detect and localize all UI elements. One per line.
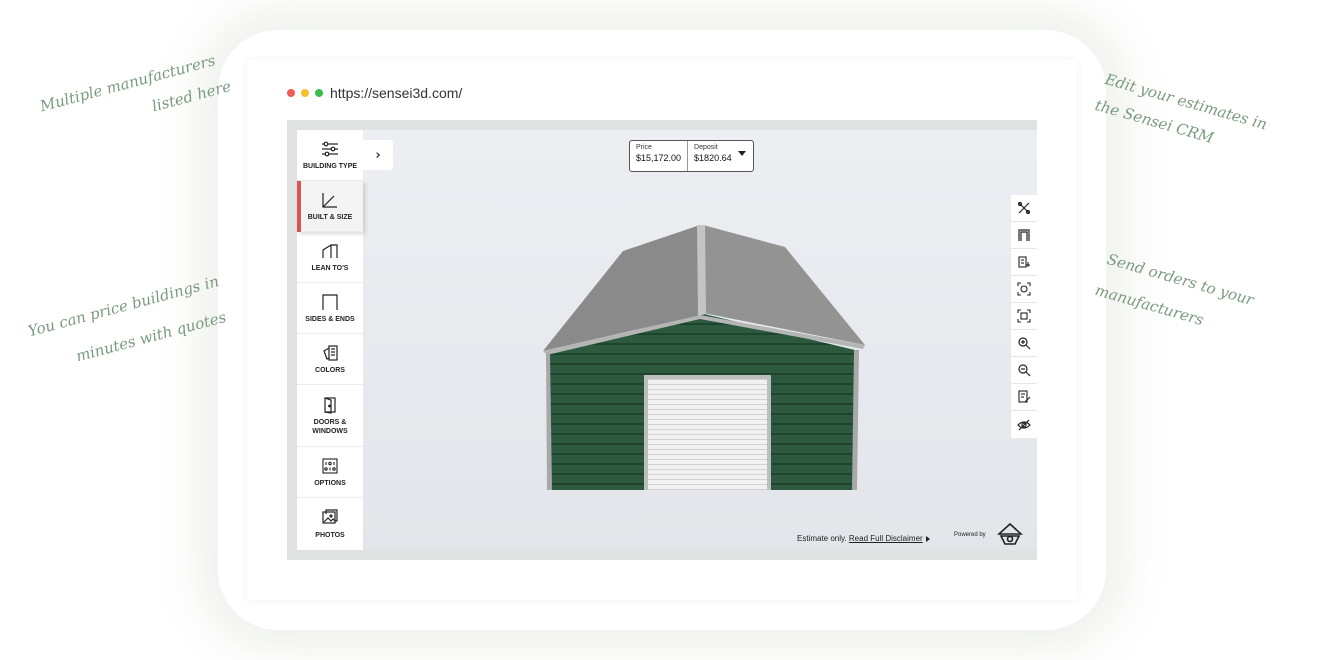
price-widget[interactable]: Price $15,172.00 Deposit $1820.64 bbox=[629, 140, 754, 172]
price-label: Price bbox=[636, 144, 652, 151]
sidebar: BUILDING TYPE BUILT & SIZE LEAN TO'S SID… bbox=[297, 130, 363, 550]
sidebar-item-photos[interactable]: PHOTOS bbox=[297, 498, 363, 549]
roll-up-door[interactable] bbox=[648, 379, 767, 490]
sidebar-item-sides-ends[interactable]: SIDES & ENDS bbox=[297, 283, 363, 334]
deposit-label: Deposit bbox=[694, 144, 718, 151]
sidebar-item-label: COLORS bbox=[315, 367, 345, 374]
window-controls bbox=[287, 89, 323, 97]
maximize-dot[interactable] bbox=[315, 89, 323, 97]
chevron-right-icon: › bbox=[375, 147, 381, 163]
roof-ridge bbox=[697, 225, 706, 316]
configurator-app: BUILDING TYPE BUILT & SIZE LEAN TO'S SID… bbox=[287, 120, 1037, 560]
close-dot[interactable] bbox=[287, 89, 295, 97]
sidebar-item-label: BUILDING TYPE bbox=[302, 163, 358, 170]
price-value: $15,172.00 bbox=[636, 153, 682, 163]
crossed-tools-icon[interactable] bbox=[1011, 195, 1037, 222]
options-grid-icon bbox=[321, 456, 339, 476]
caret-down-icon[interactable] bbox=[737, 150, 746, 156]
active-indicator bbox=[297, 181, 301, 232]
frame-front-icon[interactable] bbox=[1011, 222, 1037, 249]
edit-note-icon[interactable] bbox=[1011, 384, 1037, 411]
deposit-value: $1820.64 bbox=[694, 153, 732, 163]
sidebar-item-label: SIDES & ENDS bbox=[305, 316, 355, 323]
door-icon bbox=[321, 395, 339, 415]
sidebar-item-label: DOORS & WINDOWS bbox=[312, 419, 348, 435]
ruler-angle-icon bbox=[321, 190, 339, 210]
sliders-icon bbox=[321, 139, 339, 159]
disclaimer-footer: Estimate only. Read Full Disclaimer bbox=[797, 534, 930, 543]
fit-screen-icon[interactable] bbox=[1011, 303, 1037, 330]
sidebar-item-label: BUILT & SIZE bbox=[307, 214, 353, 221]
browser-window: https://sensei3d.com/ BUILDING TYPE BUIL… bbox=[247, 60, 1077, 600]
right-toolbar bbox=[1011, 195, 1037, 438]
hide-eye-icon[interactable] bbox=[1011, 411, 1037, 438]
frame-icon bbox=[321, 292, 339, 312]
sidebar-item-label: LEAN TO'S bbox=[311, 265, 349, 272]
sensei-logo[interactable] bbox=[997, 522, 1023, 548]
powered-by-text: Powered by bbox=[954, 532, 986, 538]
focus-icon[interactable] bbox=[1011, 276, 1037, 303]
zoom-in-icon[interactable] bbox=[1011, 330, 1037, 357]
3d-viewport[interactable]: BUILDING TYPE BUILT & SIZE LEAN TO'S SID… bbox=[297, 130, 1037, 550]
sidebar-item-building-type[interactable]: BUILDING TYPE bbox=[297, 130, 363, 181]
sidebar-item-colors[interactable]: COLORS bbox=[297, 334, 363, 385]
sidebar-item-label: OPTIONS bbox=[314, 480, 346, 487]
minimize-dot[interactable] bbox=[301, 89, 309, 97]
zoom-out-icon[interactable] bbox=[1011, 357, 1037, 384]
sidebar-item-lean-tos[interactable]: LEAN TO'S bbox=[297, 232, 363, 283]
sidebar-item-options[interactable]: OPTIONS bbox=[297, 447, 363, 498]
sidebar-item-built-size[interactable]: BUILT & SIZE bbox=[297, 181, 363, 232]
lean-to-icon bbox=[321, 241, 339, 261]
disclaimer-link[interactable]: Read Full Disclaimer bbox=[849, 534, 923, 543]
building-model[interactable] bbox=[541, 225, 866, 490]
estimate-text: Estimate only. bbox=[797, 534, 847, 543]
url-text[interactable]: https://sensei3d.com/ bbox=[330, 85, 462, 101]
expand-sidebar-button[interactable]: › bbox=[363, 140, 393, 170]
price-cell: Price $15,172.00 bbox=[630, 141, 687, 171]
play-arrow-icon bbox=[925, 535, 930, 542]
sidebar-item-doors-windows[interactable]: DOORS & WINDOWS bbox=[297, 385, 363, 447]
sidebar-item-label: PHOTOS bbox=[315, 531, 345, 539]
swatches-icon bbox=[321, 343, 339, 363]
deposit-cell: Deposit $1820.64 bbox=[687, 141, 738, 171]
building-add-icon[interactable] bbox=[1011, 249, 1037, 276]
photos-icon bbox=[321, 508, 339, 528]
